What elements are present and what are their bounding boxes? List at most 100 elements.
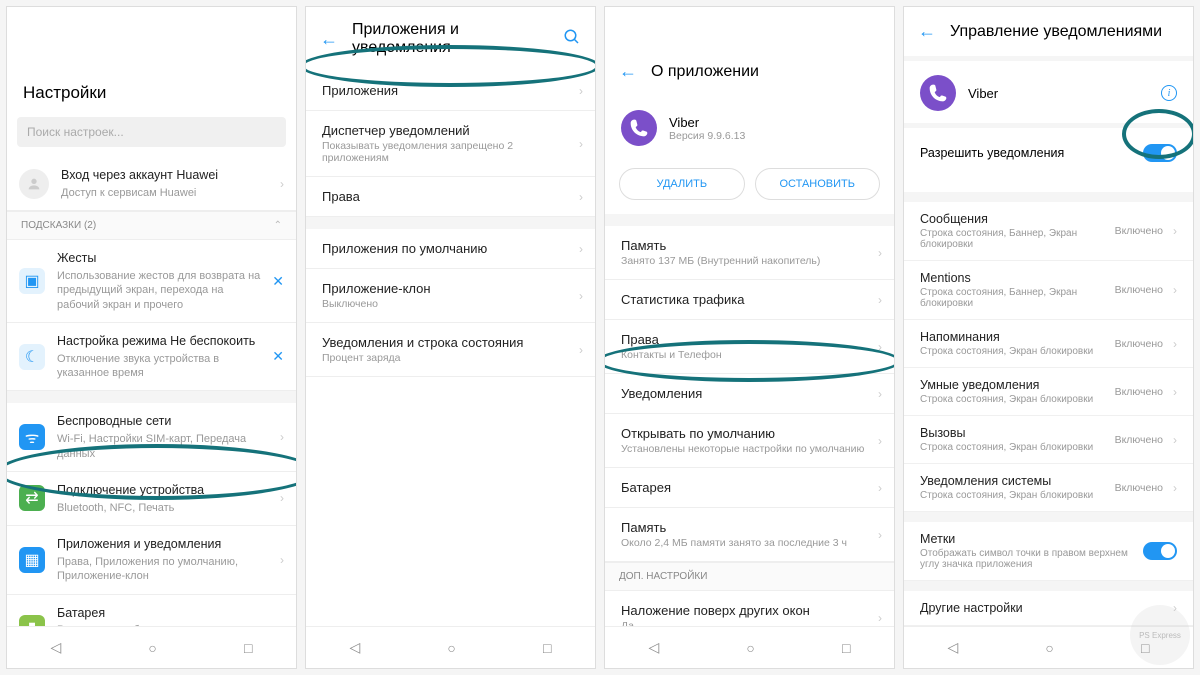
- nav-recent-icon[interactable]: □: [842, 640, 850, 656]
- back-arrow-icon[interactable]: ←: [320, 29, 338, 50]
- info-icon[interactable]: i: [1161, 85, 1177, 101]
- row-battery[interactable]: ▮ БатареяРежим энергосбережения, Использ…: [7, 595, 296, 626]
- item-sub: Bluetooth, NFC, Печать: [57, 501, 274, 515]
- channel-calls[interactable]: ВызовыСтрока состояния, Экран блокировки…: [904, 416, 1193, 464]
- item-sub: Режим энергосбережения, Использование ба…: [57, 623, 274, 626]
- item-sub: Wi-Fi, Настройки SIM-карт, Передача данн…: [57, 432, 274, 461]
- nav-bar: ◁ ○ □: [7, 626, 296, 668]
- viber-app-icon: [621, 110, 657, 146]
- chevron-right-icon: ›: [878, 340, 882, 354]
- search-icon[interactable]: [563, 28, 581, 51]
- chevron-right-icon: ›: [280, 491, 284, 505]
- nav-home-icon[interactable]: ○: [148, 640, 156, 656]
- ch-sub: Строка состояния, Баннер, Экран блокиров…: [920, 228, 1115, 250]
- hint-sub: Отключение звука устройства в указанное …: [57, 352, 268, 381]
- chevron-right-icon: ›: [1173, 224, 1177, 238]
- channel-messages[interactable]: СообщенияСтрока состояния, Баннер, Экран…: [904, 202, 1193, 261]
- row-default-apps[interactable]: Приложения по умолчанию ›: [306, 229, 595, 269]
- ch-label: Mentions: [920, 271, 1115, 285]
- nav-back-icon[interactable]: ◁: [51, 639, 62, 656]
- hint-dnd[interactable]: ☾ Настройка режима Не беспокоить Отключе…: [7, 323, 296, 391]
- huawei-login-row[interactable]: Вход через аккаунт Huawei Доступ к серви…: [7, 157, 296, 211]
- channel-system[interactable]: Уведомления системыСтрока состояния, Экр…: [904, 464, 1193, 512]
- row-permissions[interactable]: ПраваКонтакты и Телефон›: [605, 320, 894, 374]
- delete-button[interactable]: УДАЛИТЬ: [619, 168, 745, 200]
- chevron-right-icon: ›: [579, 343, 583, 357]
- ch-label: Напоминания: [920, 330, 1115, 344]
- row-apps[interactable]: Приложения ›: [306, 71, 595, 111]
- app-info-scroll[interactable]: ПамятьЗанято 137 МБ (Внутренний накопите…: [605, 226, 894, 626]
- divider: [904, 512, 1193, 522]
- page-title: Настройки: [7, 73, 296, 117]
- search-input[interactable]: Поиск настроек...: [17, 117, 286, 147]
- row-notif-statusbar[interactable]: Уведомления и строка состояния Процент з…: [306, 323, 595, 377]
- chevron-right-icon: ›: [280, 621, 284, 626]
- moon-icon: ☾: [19, 344, 45, 370]
- row-notif-dispatcher[interactable]: Диспетчер уведомлений Показывать уведомл…: [306, 111, 595, 177]
- other-label: Другие настройки: [920, 601, 1167, 615]
- divider: [904, 192, 1193, 202]
- hint-gestures[interactable]: ▣ Жесты Использование жестов для возврат…: [7, 240, 296, 323]
- item-sub: Выключено: [322, 298, 579, 310]
- chevron-right-icon: ›: [1173, 481, 1177, 495]
- header: ← О приложении: [605, 47, 894, 96]
- chevron-right-icon: ›: [280, 553, 284, 567]
- nav-recent-icon[interactable]: □: [543, 640, 551, 656]
- row-permissions[interactable]: Права ›: [306, 177, 595, 217]
- header: ← Приложения и уведомления: [306, 7, 595, 71]
- ch-status: Включено: [1115, 386, 1163, 398]
- app-header: Viber i: [904, 61, 1193, 123]
- allow-toggle[interactable]: [1143, 144, 1177, 162]
- nav-back-icon[interactable]: ◁: [948, 639, 959, 656]
- page-title: Приложения и уведомления: [352, 21, 549, 57]
- stop-button[interactable]: ОСТАНОВИТЬ: [755, 168, 881, 200]
- status-spacer: [605, 7, 894, 47]
- item-sub: Да: [621, 620, 878, 626]
- channel-smart[interactable]: Умные уведомленияСтрока состояния, Экран…: [904, 368, 1193, 416]
- item-sub: Около 2,4 МБ памяти занято за последние …: [621, 537, 878, 549]
- chevron-up-icon[interactable]: ⌃: [274, 220, 282, 231]
- row-wireless[interactable]: ᯤ Беспроводные сетиWi-Fi, Настройки SIM-…: [7, 403, 296, 471]
- back-arrow-icon[interactable]: ←: [619, 61, 637, 82]
- nav-home-icon[interactable]: ○: [746, 640, 754, 656]
- badges-toggle[interactable]: [1143, 542, 1177, 560]
- nav-recent-icon[interactable]: □: [244, 640, 252, 656]
- row-battery[interactable]: Батарея›: [605, 468, 894, 508]
- item-label: Приложения по умолчанию: [322, 241, 579, 256]
- close-icon[interactable]: ✕: [272, 348, 284, 365]
- nav-bar: ◁ ○ □: [605, 626, 894, 668]
- chevron-right-icon: ›: [1173, 337, 1177, 351]
- row-device-conn[interactable]: ⇄ Подключение устройстваBluetooth, NFC, …: [7, 472, 296, 526]
- allow-label: Разрешить уведомления: [920, 146, 1064, 160]
- channel-reminders[interactable]: НапоминанияСтрока состояния, Экран блоки…: [904, 320, 1193, 368]
- row-apps-notifications[interactable]: ▦ Приложения и уведомленияПрава, Приложе…: [7, 526, 296, 594]
- back-arrow-icon[interactable]: ←: [918, 21, 936, 42]
- item-sub: Контакты и Телефон: [621, 349, 878, 361]
- settings-scroll[interactable]: ᯤ Беспроводные сетиWi-Fi, Настройки SIM-…: [7, 403, 296, 626]
- row-notifications[interactable]: Уведомления›: [605, 374, 894, 414]
- status-spacer: [7, 7, 296, 73]
- row-open-default[interactable]: Открывать по умолчаниюУстановлены некото…: [605, 414, 894, 468]
- row-storage[interactable]: ПамятьЗанято 137 МБ (Внутренний накопите…: [605, 226, 894, 280]
- nav-home-icon[interactable]: ○: [1045, 640, 1053, 656]
- row-traffic[interactable]: Статистика трафика›: [605, 280, 894, 320]
- item-label: Открывать по умолчанию: [621, 426, 878, 441]
- app-name: Viber: [968, 86, 1149, 101]
- row-app-clone[interactable]: Приложение-клон Выключено ›: [306, 269, 595, 323]
- chevron-right-icon: ›: [1173, 385, 1177, 399]
- item-label: Приложение-клон: [322, 281, 579, 296]
- section-hints-label: ПОДСКАЗКИ (2): [21, 220, 96, 231]
- chevron-right-icon: ›: [579, 242, 583, 256]
- badges-row: МеткиОтображать символ точки в правом ве…: [904, 522, 1193, 581]
- watermark: PS Express: [1130, 605, 1190, 665]
- row-overlay[interactable]: Наложение поверх других оконДа›: [605, 591, 894, 626]
- chevron-right-icon: ›: [280, 430, 284, 444]
- nav-home-icon[interactable]: ○: [447, 640, 455, 656]
- channel-mentions[interactable]: MentionsСтрока состояния, Баннер, Экран …: [904, 261, 1193, 320]
- item-label: Диспетчер уведомлений: [322, 123, 579, 138]
- close-icon[interactable]: ✕: [272, 273, 284, 290]
- nav-back-icon[interactable]: ◁: [649, 639, 660, 656]
- nav-back-icon[interactable]: ◁: [350, 639, 361, 656]
- row-memory[interactable]: ПамятьОколо 2,4 МБ памяти занято за посл…: [605, 508, 894, 562]
- ch-label: Умные уведомления: [920, 378, 1115, 392]
